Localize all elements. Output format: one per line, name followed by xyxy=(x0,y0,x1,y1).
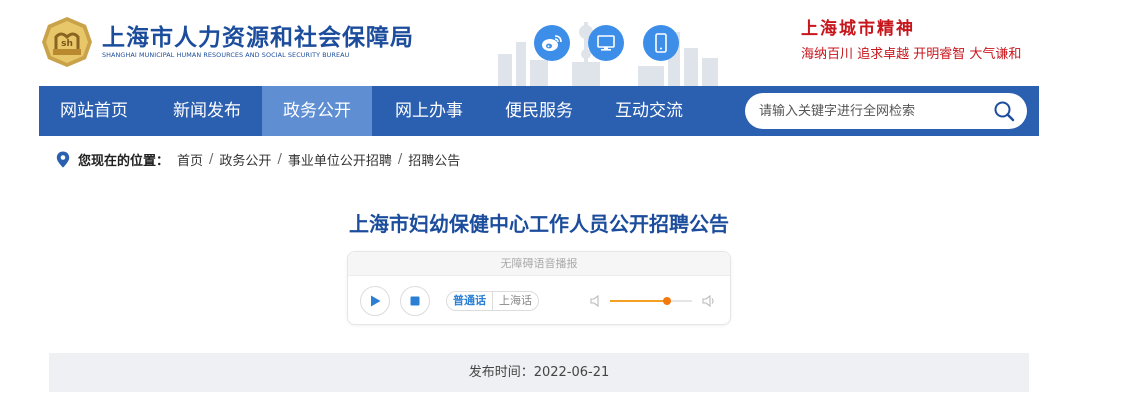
breadcrumb-home[interactable]: 首页 xyxy=(177,150,203,169)
nav-item-public-services[interactable]: 便民服务 xyxy=(484,86,594,136)
nav-item-news[interactable]: 新闻发布 xyxy=(153,86,261,136)
language-shanghainese[interactable]: 上海话 xyxy=(493,292,538,310)
page: sh 上海市人力资源和社会保障局 SHANGHAI MUNICIPAL HUMA… xyxy=(0,0,1148,412)
volume-down-icon[interactable] xyxy=(589,294,603,308)
city-spirit-text: 海纳百川 追求卓越 开明睿智 大气谦和 xyxy=(801,47,1022,62)
volume-slider[interactable] xyxy=(610,297,692,305)
stop-icon xyxy=(410,296,420,306)
breadcrumb-public-recruitment[interactable]: 事业单位公开招聘 xyxy=(288,150,392,169)
logo-lettering: sh xyxy=(61,39,73,49)
nav-item-interaction[interactable]: 互动交流 xyxy=(594,86,704,136)
city-spirit-title: 上海城市精神 xyxy=(801,19,915,39)
breadcrumb: 您现在的位置： 首页 / 政务公开 / 事业单位公开招聘 / 招聘公告 xyxy=(56,150,460,169)
weibo-icon xyxy=(542,35,562,51)
breadcrumb-government-affairs[interactable]: 政务公开 xyxy=(219,150,271,169)
nav-item-home[interactable]: 网站首页 xyxy=(39,86,149,136)
play-icon xyxy=(371,295,381,307)
language-toggle: 普通话 上海话 xyxy=(446,291,539,311)
breadcrumb-separator: / xyxy=(277,151,282,167)
breadcrumb-recruitment-notice[interactable]: 招聘公告 xyxy=(408,150,460,169)
site-title[interactable]: 上海市人力资源和社会保障局 xyxy=(102,18,414,52)
breadcrumb-label: 您现在的位置： xyxy=(78,153,170,169)
weibo-button[interactable] xyxy=(534,25,570,61)
volume-slider-handle[interactable] xyxy=(663,297,672,305)
location-pin-icon xyxy=(56,151,70,167)
article-title: 上海市妇幼保健中心工作人员公开招聘公告 xyxy=(349,212,729,236)
mobile-icon xyxy=(655,33,667,53)
volume-up-icon[interactable] xyxy=(702,294,716,308)
nav-item-government-affairs[interactable]: 政务公开 xyxy=(262,86,372,136)
breadcrumb-separator: / xyxy=(209,151,214,167)
desktop-icon xyxy=(597,35,615,51)
publish-info-bar: 发布时间：2022-06-21 xyxy=(49,353,1029,392)
breadcrumb-separator: / xyxy=(397,151,403,167)
play-button[interactable] xyxy=(360,286,390,316)
main-nav: 网站首页 新闻发布 政务公开 网上办事 便民服务 互动交流 xyxy=(39,86,1039,136)
site-subtitle: SHANGHAI MUNICIPAL HUMAN RESOURCES AND S… xyxy=(102,51,350,59)
desktop-button[interactable] xyxy=(588,25,624,61)
stop-button[interactable] xyxy=(400,286,430,316)
language-mandarin[interactable]: 普通话 xyxy=(447,292,492,310)
accessibility-audio-player: 无障碍语音播报 普通话 上海话 xyxy=(347,251,731,325)
search-box xyxy=(745,93,1027,129)
search-input[interactable] xyxy=(759,93,979,129)
volume-slider-fill xyxy=(610,300,668,302)
search-icon[interactable] xyxy=(993,100,1015,122)
nav-item-online-services[interactable]: 网上办事 xyxy=(374,86,484,136)
publish-time: 发布时间：2022-06-21 xyxy=(468,365,610,380)
mobile-button[interactable] xyxy=(643,25,679,61)
site-header: sh 上海市人力资源和社会保障局 SHANGHAI MUNICIPAL HUMA… xyxy=(0,0,1148,86)
bureau-logo[interactable]: sh xyxy=(40,15,94,69)
player-header: 无障碍语音播报 xyxy=(348,252,730,276)
